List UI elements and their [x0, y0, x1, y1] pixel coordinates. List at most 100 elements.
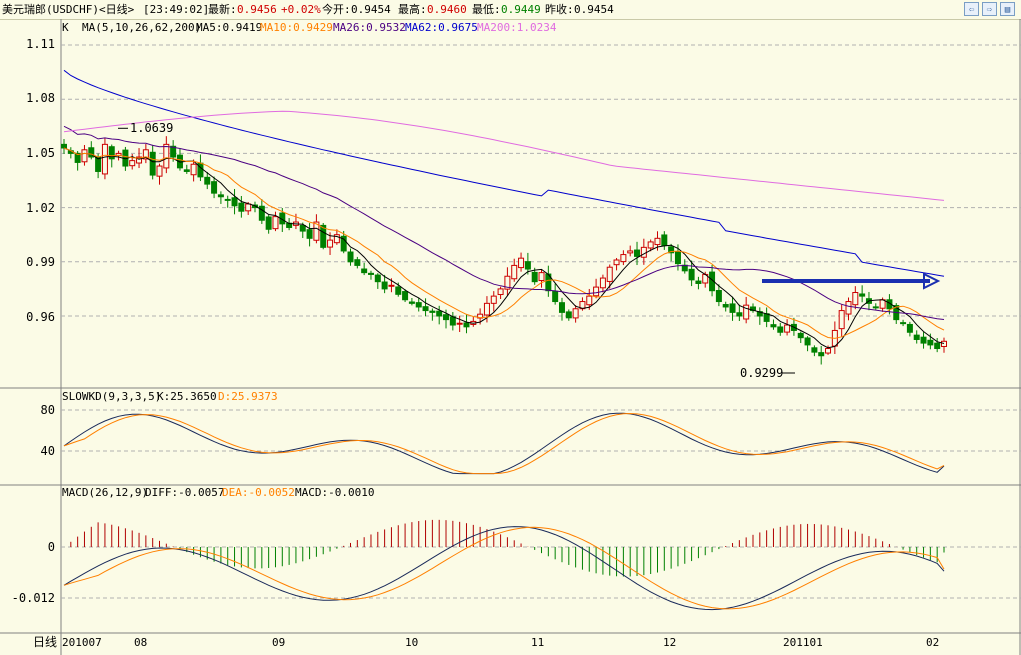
candle-body [729, 303, 736, 313]
ma62-label: MA62:0.9675 [405, 21, 478, 34]
candle-body [395, 286, 402, 295]
candle-body [640, 246, 647, 258]
candle-body [211, 181, 218, 194]
price-y-tick: 1.05 [26, 146, 55, 160]
price-y-tick: 1.11 [26, 37, 55, 51]
high-annotation: 1.0639 [130, 121, 174, 135]
candle-body [272, 216, 279, 230]
candle-body [408, 301, 415, 304]
kd-y-tick: 40 [40, 444, 55, 458]
ma10-label: MA10:0.9429 [260, 21, 333, 34]
x-tick: 09 [272, 636, 286, 649]
candle-body [913, 334, 920, 340]
candle-body [511, 264, 518, 280]
candle-body [661, 234, 668, 247]
candle-body [129, 160, 136, 167]
candle-body [443, 314, 450, 321]
macd-diff-label: DIFF:-0.0057 [145, 486, 225, 499]
candle-body [163, 143, 170, 169]
candle-body [784, 324, 791, 333]
candle-body [634, 249, 641, 257]
kd-k-label: K:25.3650 [157, 390, 217, 403]
candle-body [490, 295, 497, 304]
x-tick: 10 [405, 636, 419, 649]
candle-body [558, 302, 565, 313]
candle-body [736, 312, 743, 317]
candle-body [402, 291, 409, 301]
candle-body [688, 268, 695, 281]
candle-body [715, 290, 722, 303]
candle-body [572, 308, 579, 319]
candle-body [606, 266, 613, 282]
candle-body [108, 146, 115, 160]
x-tick: 02 [926, 636, 940, 649]
candle-body [770, 324, 777, 328]
candle-body [722, 304, 729, 308]
candle-body [231, 197, 238, 207]
kd-y-tick: 80 [40, 403, 55, 417]
macd-diff-line [63, 526, 945, 611]
candle-body [374, 274, 381, 283]
candle-body [941, 340, 947, 347]
candle-body [361, 268, 368, 274]
ma10-line [63, 147, 945, 339]
candle-body [599, 277, 606, 289]
candle-body [920, 336, 927, 344]
candle-body [265, 216, 272, 230]
price-y-tick: 0.99 [26, 255, 55, 269]
candle-body [327, 239, 334, 248]
candle-body [927, 339, 934, 346]
candle-body [531, 271, 538, 283]
candle-body [620, 254, 627, 263]
candle-body [149, 151, 156, 176]
candle-body [156, 165, 163, 177]
x-tick: 201007 [62, 636, 102, 649]
candle-body [449, 316, 456, 326]
macd-y-tick: -0.012 [11, 591, 55, 605]
ma-params-label: MA(5,10,26,62,200) [82, 21, 202, 34]
x-tick: 201101 [783, 636, 823, 649]
low-annotation: 0.9299 [740, 366, 784, 380]
candle-body [872, 306, 879, 309]
candle-body [238, 202, 245, 212]
candle-body [552, 290, 559, 303]
candle-body [483, 302, 490, 316]
ma200-label: MA200:1.0234 [477, 21, 557, 34]
candle-body [825, 348, 832, 354]
macd-params-label: MACD(26,12,9) [62, 486, 149, 499]
candle-body [456, 322, 463, 325]
candle-body [429, 310, 436, 313]
price-y-tick: 1.08 [26, 91, 55, 105]
candle-body [797, 332, 804, 339]
kd-params-label: SLOWKD(9,3,3,5) [62, 390, 162, 403]
candle-body [613, 259, 620, 266]
candle-body [586, 295, 593, 306]
candle-body [804, 337, 811, 346]
kd-d-line [63, 412, 945, 475]
kd-k-line [63, 412, 945, 475]
ma200-line [63, 110, 945, 201]
candle-body [538, 272, 545, 282]
candle-body [422, 306, 429, 312]
macd-dea-label: DEA:-0.0052 [222, 486, 295, 499]
candle-body [674, 251, 681, 265]
candle-body [245, 203, 252, 212]
candle-body [565, 311, 572, 319]
candle-body [900, 322, 907, 325]
candle-body [818, 352, 825, 357]
candle-body [217, 194, 224, 198]
candle-body [654, 237, 661, 246]
candle-body [381, 281, 388, 290]
candle-body [306, 229, 313, 239]
price-y-tick: 1.02 [26, 201, 55, 215]
candle-body [845, 301, 852, 315]
candle-body [859, 293, 866, 297]
candle-body [627, 250, 634, 254]
candle-body [647, 241, 654, 249]
price-mode-letter: K [62, 21, 69, 34]
candle-body [695, 280, 702, 284]
ma26-line [63, 125, 945, 320]
candle-body [497, 288, 504, 296]
candle-body [524, 261, 531, 270]
candle-body [463, 322, 470, 328]
